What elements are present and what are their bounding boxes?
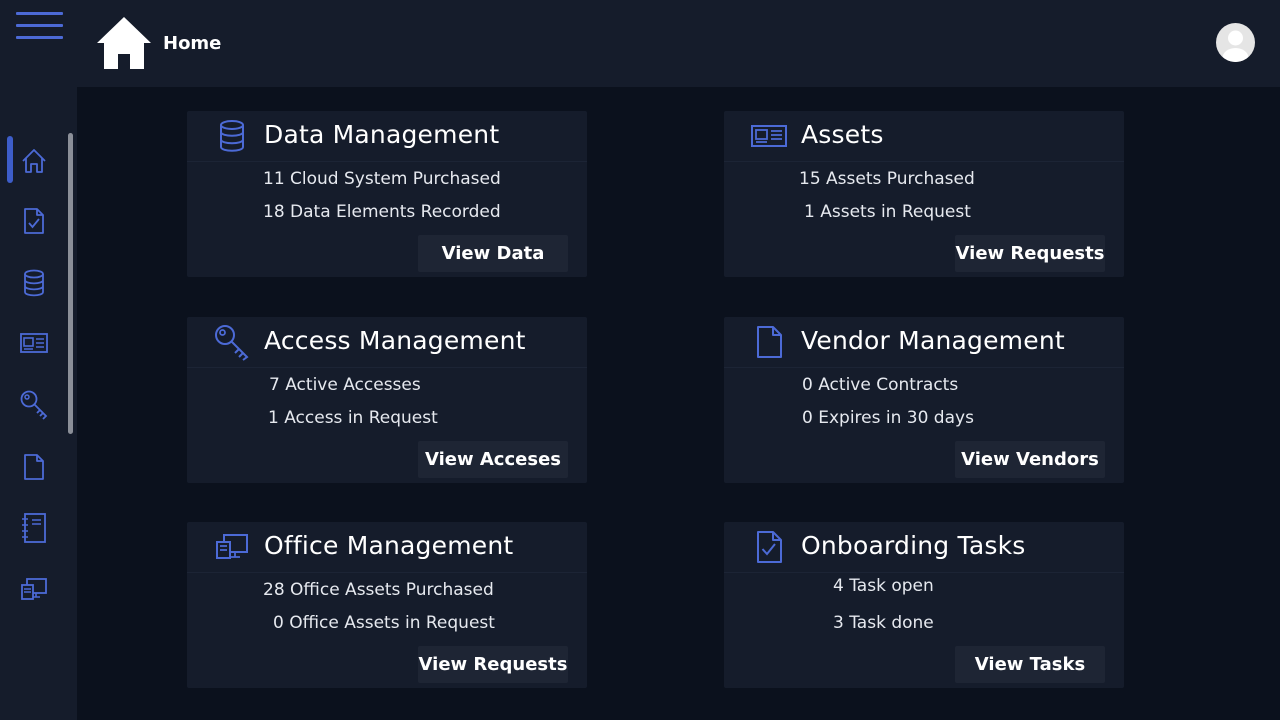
menu-line (16, 12, 63, 15)
menu-line (16, 24, 63, 27)
sidebar-item-office[interactable] (18, 574, 50, 606)
page-title: Home (163, 33, 222, 54)
view-data-button[interactable]: View Data (418, 235, 568, 272)
card-data-management: Data Management 11 Cloud System Purchase… (187, 111, 587, 277)
card-vendor-management: Vendor Management 0 Active Contracts 0 E… (724, 317, 1124, 483)
card-stat: 11 Cloud System Purchased (263, 169, 501, 189)
sidebar-item-tasks[interactable] (18, 205, 50, 237)
key-icon (20, 390, 48, 420)
card-stat: 18 Data Elements Recorded (263, 202, 501, 222)
view-tasks-button[interactable]: View Tasks (955, 646, 1105, 683)
card-access-management: Access Management 7 Active Accesses 1 Ac… (187, 317, 587, 483)
hamburger-menu-button[interactable] (16, 12, 64, 44)
card-stat: 0 Office Assets in Request (273, 613, 495, 633)
card-title: Office Management (264, 531, 514, 560)
card-title: Data Management (264, 120, 500, 149)
database-icon (213, 117, 251, 155)
card-stat: 1 Assets in Request (804, 202, 971, 222)
sidebar-item-vendors[interactable] (18, 451, 50, 483)
sidebar-item-assets[interactable] (18, 327, 50, 359)
task-document-icon (24, 208, 44, 234)
view-acceses-button[interactable]: View Acceses (418, 441, 568, 478)
document-icon (24, 454, 44, 480)
card-stat: 3 Task done (833, 613, 934, 633)
sidebar-item-notebook[interactable] (18, 512, 50, 544)
sidebar-scrollbar[interactable] (68, 133, 73, 434)
top-bar: Home (0, 0, 1280, 87)
card-title: Vendor Management (801, 326, 1065, 355)
card-stat: 15 Assets Purchased (799, 169, 975, 189)
card-assets: Assets 15 Assets Purchased 1 Assets in R… (724, 111, 1124, 277)
computer-icon (213, 528, 251, 566)
sidebar-item-data[interactable] (18, 267, 50, 299)
notebook-icon (22, 513, 46, 543)
computer-icon (21, 578, 47, 600)
view-office-requests-button[interactable]: View Requests (418, 646, 568, 683)
user-avatar-icon[interactable] (1216, 23, 1255, 62)
database-icon (24, 269, 44, 297)
card-office-management: Office Management 28 Office Assets Purch… (187, 522, 587, 688)
card-onboarding-tasks: Onboarding Tasks 4 Task open 3 Task done… (724, 522, 1124, 688)
card-stat: 1 Access in Request (268, 408, 438, 428)
home-icon (22, 149, 46, 173)
sidebar-item-access[interactable] (18, 389, 50, 421)
home-icon[interactable] (96, 16, 152, 70)
card-stat: 0 Active Contracts (802, 375, 959, 395)
newspaper-icon (20, 333, 48, 353)
sidebar-item-home[interactable] (18, 145, 50, 177)
active-nav-indicator (7, 136, 13, 183)
card-stat: 7 Active Accesses (269, 375, 421, 395)
view-vendors-button[interactable]: View Vendors (955, 441, 1105, 478)
card-stat: 4 Task open (833, 576, 934, 596)
card-stat: 0 Expires in 30 days (802, 408, 974, 428)
card-stat: 28 Office Assets Purchased (263, 580, 494, 600)
newspaper-icon (750, 117, 788, 155)
document-icon (750, 323, 788, 361)
view-asset-requests-button[interactable]: View Requests (955, 235, 1105, 272)
menu-line (16, 36, 63, 39)
key-icon (213, 323, 251, 361)
card-title: Assets (801, 120, 884, 149)
task-document-icon (750, 528, 788, 566)
card-title: Onboarding Tasks (801, 531, 1026, 560)
card-title: Access Management (264, 326, 526, 355)
